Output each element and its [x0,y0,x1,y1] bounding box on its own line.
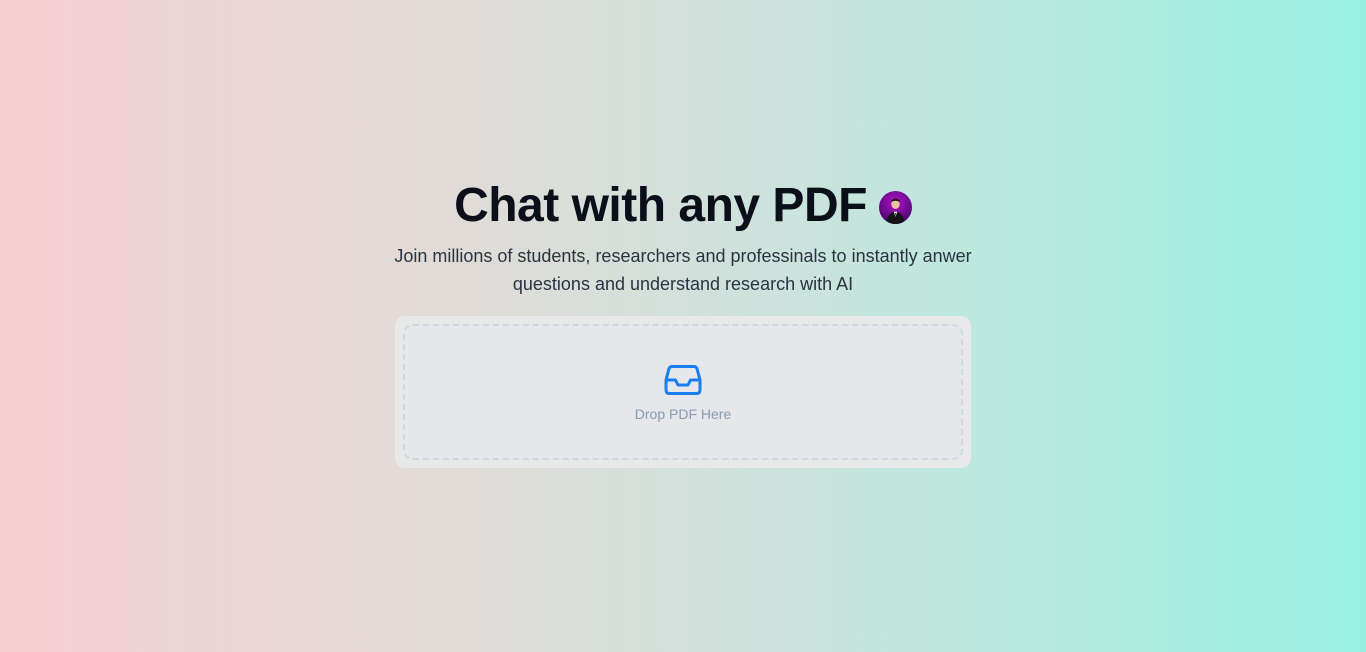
page-title: Chat with any PDF [454,179,867,232]
person-icon [885,198,905,224]
upload-card: Drop PDF Here [395,316,971,468]
dropzone-label: Drop PDF Here [634,406,732,422]
hero-section: Chat with any PDF Join millions of stude… [0,176,1366,468]
subtitle: Join millions of students, researchers a… [394,246,972,294]
pdf-dropzone[interactable]: Drop PDF Here [403,324,963,460]
inbox-icon [664,365,702,395]
user-avatar[interactable] [878,190,912,224]
title-row: Chat with any PDF [454,176,912,236]
